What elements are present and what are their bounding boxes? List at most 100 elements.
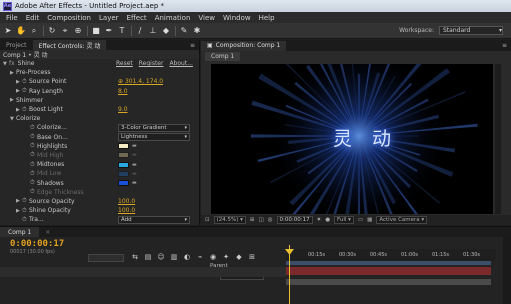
graph-editor-icon[interactable]: ⌁ [195,252,205,262]
panel-menu-icon[interactable]: ≡ [502,42,511,49]
property-value[interactable]: 8.0 [118,88,128,95]
magnification-select[interactable]: (24.5%) ▾ [213,216,246,224]
eyedropper-icon[interactable]: ▬ [132,180,141,186]
fx-badge[interactable]: fx [9,60,15,67]
property-dropdown[interactable]: Add ▾ [118,215,190,224]
tab-effect-controls[interactable]: Effect Controls: 灵 动 [32,40,107,50]
selection-tool-icon[interactable]: ➤ [3,26,13,36]
transparency-grid-icon[interactable]: ▦ [367,217,372,223]
eyedropper-icon[interactable]: ▬ [132,143,141,149]
lock-icon[interactable]: ▣ [207,42,213,49]
current-time-display[interactable]: 0:00:00:17 [276,216,313,224]
stopwatch-icon[interactable]: ⏱ [30,142,37,150]
stopwatch-icon[interactable]: ⏱ [22,106,29,114]
draft-3d-icon[interactable]: ▤ [143,252,153,262]
menu-edit[interactable]: Edit [22,14,44,22]
workspace-select[interactable]: Standard ▾ [439,26,503,35]
property-dropdown[interactable]: 3-Color Gradient ▾ [118,123,190,132]
property-dropdown[interactable]: Lightness ▾ [118,133,190,142]
menu-help[interactable]: Help [255,14,279,22]
pan-behind-tool-icon[interactable]: ⊕ [73,26,83,36]
live-update-icon[interactable]: ◉ [208,252,218,262]
type-tool-icon[interactable]: T [117,26,127,36]
color-swatch[interactable] [118,152,129,159]
property-value[interactable]: 9.0 [118,106,128,113]
crosshair-icon[interactable]: ⊕ [118,78,125,85]
color-swatch[interactable] [118,143,129,150]
tab-comp-1[interactable]: Comp 1 [0,227,40,237]
menu-file[interactable]: File [2,14,22,22]
camera-snapshot-icon[interactable]: ◎ [268,217,273,223]
snapshot-icon[interactable]: ✷ [317,217,322,223]
eraser-tool-icon[interactable]: ◆ [161,26,171,36]
rotate-tool-icon[interactable]: ↻ [47,26,57,36]
viewer-scrollbar[interactable] [495,64,501,214]
reset-link[interactable]: Reset [116,60,133,67]
about-link[interactable]: About... [169,60,192,67]
camera-tool-icon[interactable]: ⌖ [60,26,70,36]
color-swatch[interactable] [118,161,129,168]
resolution-select[interactable]: Full ▾ [334,216,354,224]
layer-row[interactable] [0,267,286,277]
menu-view[interactable]: View [194,14,219,22]
shy-layers-icon[interactable]: ☺ [156,252,166,262]
property-value[interactable]: 301.4, 174.0 [125,78,163,85]
tab-project[interactable]: Project [0,40,33,50]
brainstorm-icon[interactable]: ✦ [221,252,231,262]
stopwatch-icon[interactable]: ⏱ [30,124,37,132]
puppet-tool-icon[interactable]: ✱ [192,26,202,36]
work-area-bar[interactable] [286,261,491,265]
stopwatch-icon[interactable]: ⏱ [22,207,29,215]
menu-effect[interactable]: Effect [123,14,151,22]
timeline-search-input[interactable] [88,254,124,262]
property-value[interactable]: 100.0 [118,198,135,205]
eyedropper-icon[interactable]: ▬ [132,171,141,177]
comp-1-breadcrumb[interactable]: Comp 1 [205,51,241,61]
layer-duration-bar[interactable] [286,267,491,275]
stopwatch-icon[interactable]: ⏱ [30,170,37,178]
stopwatch-icon[interactable]: ⏱ [30,188,37,196]
stopwatch-icon[interactable]: ⏱ [30,151,37,159]
always-preview-icon[interactable]: ⊡ [205,217,210,223]
menu-window[interactable]: Window [219,14,255,22]
eyedropper-icon[interactable]: ▬ [132,152,141,158]
tab-composition[interactable]: ▣ Composition: Comp 1 [201,40,287,51]
frame-blending-icon[interactable]: ▥ [169,252,179,262]
region-of-interest-icon[interactable]: ▭ [358,217,363,223]
eyedropper-icon[interactable]: ▬ [132,162,141,168]
stopwatch-icon[interactable]: ⏱ [30,133,37,141]
color-swatch[interactable] [118,170,129,177]
menu-layer[interactable]: Layer [95,14,123,22]
lock-icon[interactable]: ⊞ [247,252,257,262]
point-value[interactable]: ⊕ 301.4, 174.0 [118,78,163,85]
keyframe-icon[interactable]: ◆ [234,252,244,262]
stopwatch-icon[interactable]: ⏱ [22,197,29,205]
hand-tool-icon[interactable]: ✋ [16,26,26,36]
zoom-tool-icon[interactable]: ⌕ [29,26,39,36]
color-swatch[interactable] [118,180,129,187]
stopwatch-icon[interactable]: ⏱ [22,87,29,95]
stopwatch-icon[interactable]: ⏱ [30,179,37,187]
roto-brush-tool-icon[interactable]: ✎ [179,26,189,36]
stopwatch-icon[interactable]: ⏱ [30,161,37,169]
clone-stamp-tool-icon[interactable]: ⊥ [148,26,158,36]
timeline-zoom-bar[interactable] [286,279,491,285]
grid-icon[interactable]: ⊞ [250,217,255,223]
menu-animation[interactable]: Animation [151,14,195,22]
panel-menu-icon[interactable]: ≡ [190,42,199,49]
pen-tool-icon[interactable]: ✒ [104,26,114,36]
menu-composition[interactable]: Composition [43,14,95,22]
timeline-scrollbar[interactable] [503,237,511,304]
timeline-current-time[interactable]: 0:00:00:17 [10,239,64,249]
motion-blur-icon[interactable]: ◐ [182,252,192,262]
register-link[interactable]: Register [139,60,164,67]
tab-close-icon[interactable]: × [39,229,56,236]
time-ruler[interactable]: 00:15s 00:30s 00:45s 01:00s 01:15s 01:30… [286,249,496,261]
brush-tool-icon[interactable]: ∕ [135,26,145,36]
stopwatch-icon[interactable]: ⏱ [22,78,29,86]
property-value[interactable]: 100.0 [118,207,135,214]
comp-mini-flowchart-icon[interactable]: ⇆ [130,252,140,262]
stopwatch-icon[interactable]: ⏱ [22,216,29,224]
channel-icon[interactable]: ● [325,217,330,223]
rectangle-tool-icon[interactable]: ■ [91,26,101,36]
